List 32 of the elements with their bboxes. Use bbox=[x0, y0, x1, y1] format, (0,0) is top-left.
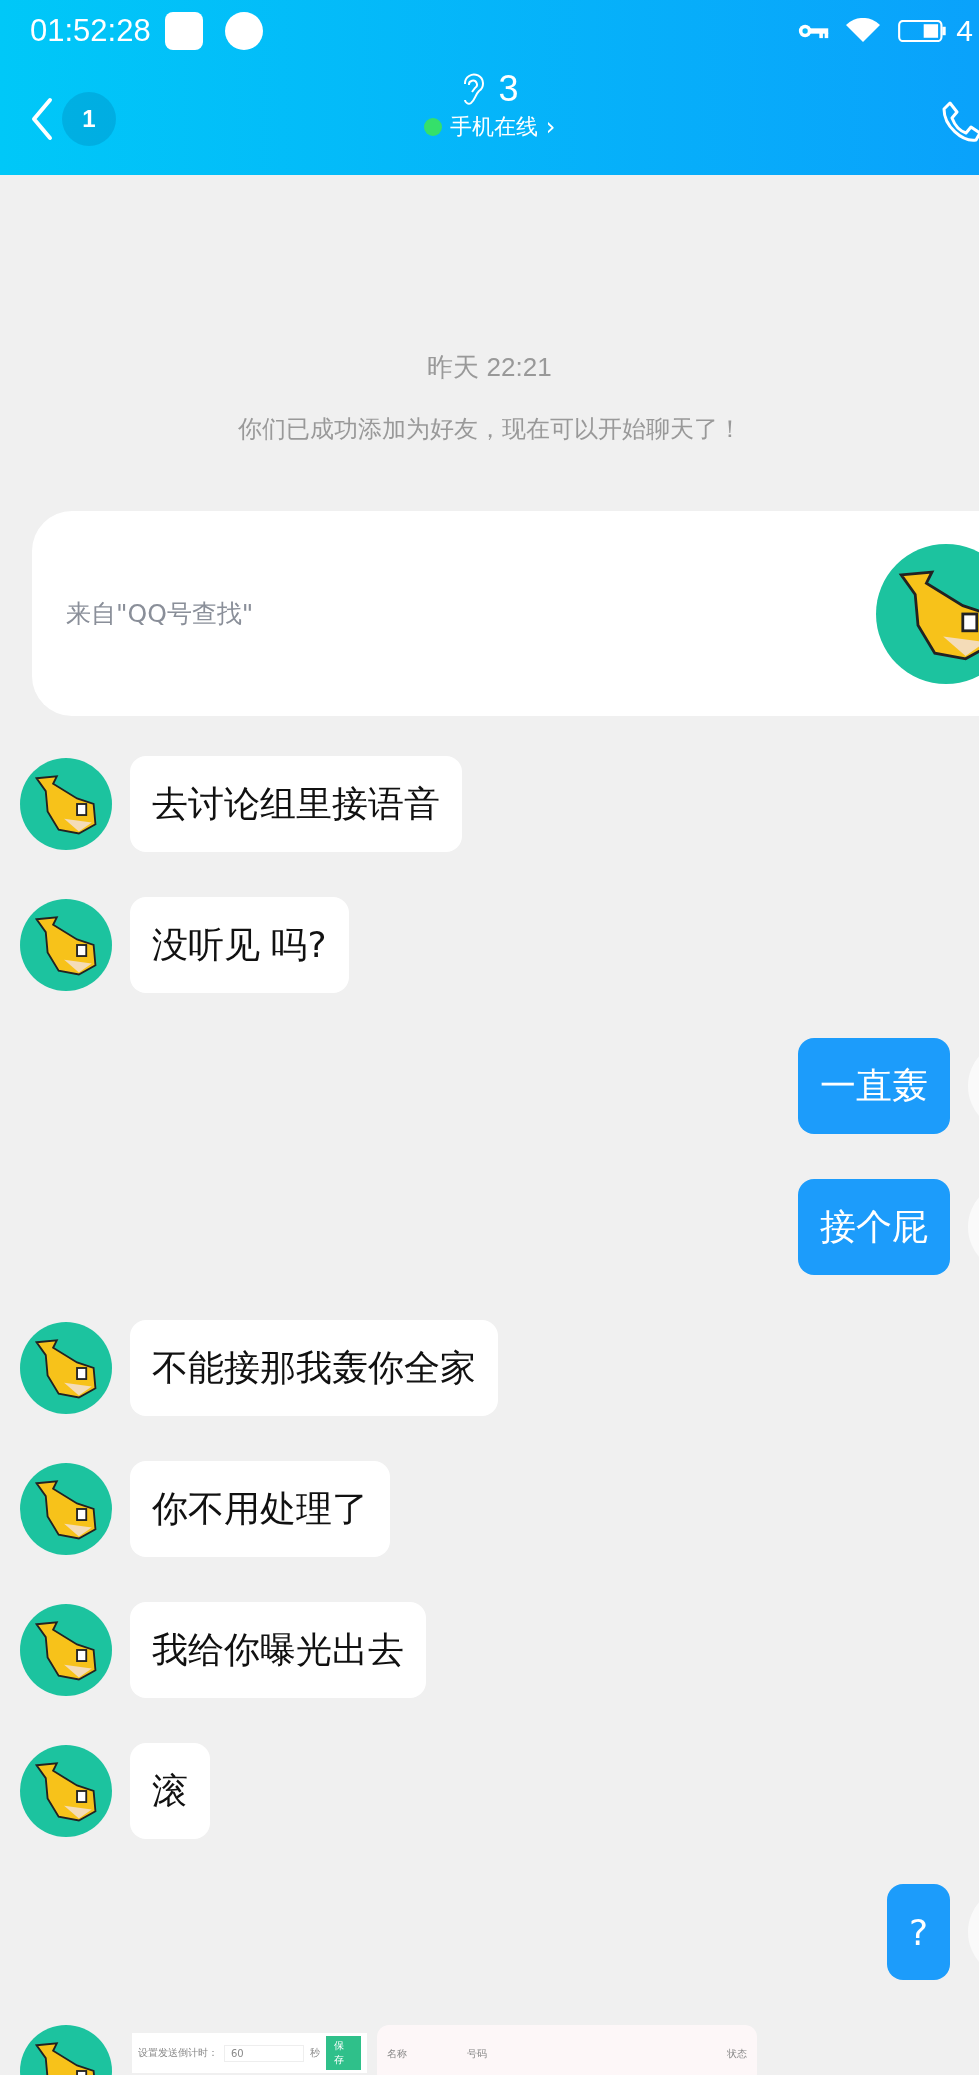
phone-icon[interactable] bbox=[940, 100, 979, 144]
message-bubble[interactable]: 没听见 吗? bbox=[130, 897, 349, 993]
column-header: 号码 bbox=[467, 2047, 487, 2061]
source-text: 来自"QQ号查找" bbox=[66, 598, 254, 630]
message-bubble[interactable]: 去讨论组里接语音 bbox=[130, 756, 462, 852]
timestamp: 昨天 22:21 bbox=[427, 351, 552, 384]
chat-title: 3 bbox=[498, 68, 519, 110]
battery-level: 4 bbox=[956, 14, 973, 48]
message-bubble[interactable]: 不能接那我轰你全家 bbox=[130, 1320, 498, 1416]
dolphin-avatar[interactable] bbox=[20, 758, 112, 850]
status-time: 01:52:28 bbox=[30, 13, 151, 49]
system-message: 你们已成功添加为好友，现在可以开始聊天了！ bbox=[237, 414, 742, 445]
dolphin-avatar[interactable] bbox=[20, 1604, 112, 1696]
notification-icon bbox=[224, 12, 263, 50]
message-bubble[interactable]: 我给你曝光出去 bbox=[130, 1602, 426, 1698]
dolphin-avatar[interactable] bbox=[20, 1463, 112, 1555]
save-button: 保存 bbox=[326, 2036, 361, 2070]
battery-icon bbox=[898, 20, 947, 42]
chevron-icon: › bbox=[545, 113, 556, 141]
dolphin-avatar[interactable] bbox=[20, 1322, 112, 1414]
unit-label: 秒 bbox=[310, 2046, 321, 2060]
key-icon bbox=[798, 22, 831, 40]
message-bubble[interactable]: 滚 bbox=[130, 1743, 210, 1839]
wifi-icon bbox=[846, 18, 881, 44]
input-field: 60 bbox=[224, 2044, 305, 2062]
dolphin-avatar[interactable] bbox=[20, 899, 112, 991]
field-label: 设置发送倒计时： bbox=[138, 2046, 218, 2060]
column-header: 状态 bbox=[727, 2047, 747, 2061]
dolphin-avatar[interactable] bbox=[20, 1745, 112, 1837]
column-header: 名称 bbox=[387, 2047, 407, 2061]
notification-icon bbox=[164, 12, 203, 50]
message-bubble[interactable]: 你不用处理了 bbox=[130, 1461, 390, 1557]
